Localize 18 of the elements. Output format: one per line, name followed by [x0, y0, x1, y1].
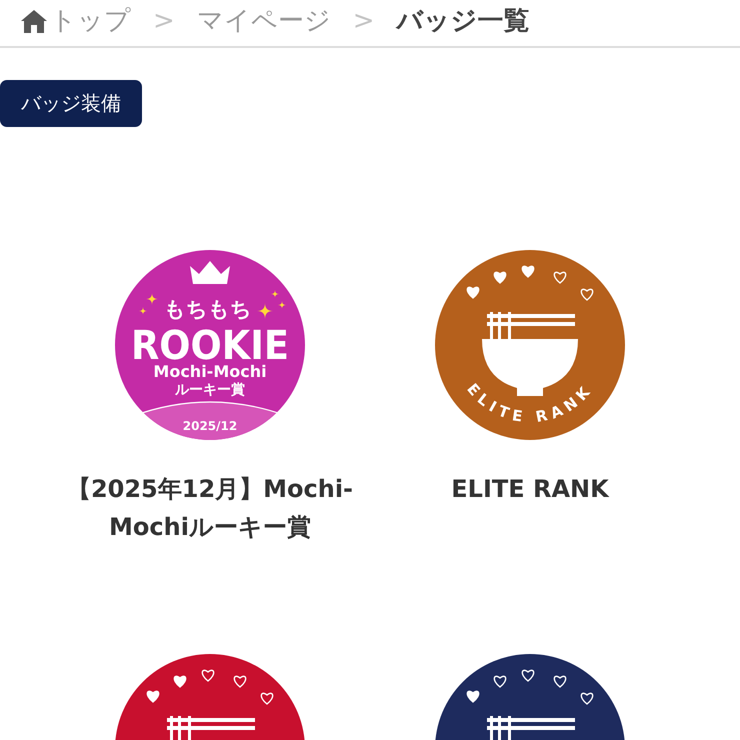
- breadcrumb-separator: >: [352, 6, 375, 36]
- current-page: バッジ一覧: [396, 6, 530, 36]
- breadcrumb-link[interactable]: トップ: [20, 6, 131, 36]
- breadcrumb-separator: >: [153, 6, 175, 36]
- equip-badge-button[interactable]: バッジ装備: [0, 80, 142, 127]
- home-icon: [20, 8, 48, 34]
- badge-name-label: ELITE RANK: [450, 474, 610, 505]
- breadcrumb-link[interactable]: マイページ: [196, 6, 331, 36]
- crown-icon: [190, 261, 230, 284]
- badge-subtitle: もちもち: [164, 297, 252, 321]
- sparkle-icon: [139, 307, 147, 315]
- badge-name-label: 【2025年12月】Mochi-Mochiルーキー賞: [66, 474, 354, 543]
- badge-date: 2025/12: [182, 419, 238, 433]
- sparkle-icon: [257, 303, 273, 319]
- sparkle-icon: [146, 293, 158, 305]
- chopsticks-icon: [167, 716, 255, 740]
- chopsticks-icon: [487, 716, 575, 740]
- badge-award: ルーキー賞: [175, 382, 245, 398]
